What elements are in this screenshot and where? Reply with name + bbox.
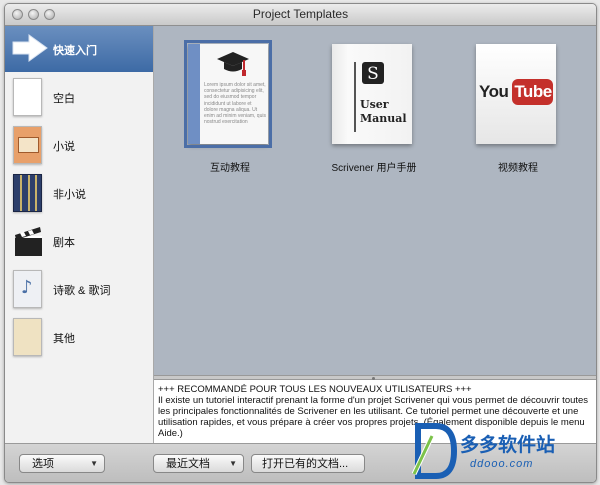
- dropdown-arrow-icon: ▼: [229, 459, 237, 468]
- other-document-icon: [13, 318, 42, 356]
- template-label: 视频教程: [498, 163, 538, 174]
- sidebar-item-poetry[interactable]: ♪ 诗歌 & 歌词: [5, 266, 153, 312]
- sidebar-item-non-fiction[interactable]: 非小说: [5, 170, 153, 216]
- manual-thumbnail: S User Manual: [332, 44, 412, 144]
- sidebar-item-label: 快速入门: [53, 45, 97, 57]
- template-video-tutorials[interactable]: You Tube 视频教程: [474, 40, 562, 174]
- template-grid: Lorem ipsum dolor sit amet, consectetur …: [154, 26, 596, 375]
- template-label: Scrivener 用户手册: [331, 163, 417, 174]
- template-user-manual[interactable]: S User Manual Scrivener 用户手册: [330, 40, 418, 174]
- title-bar: Project Templates: [5, 4, 596, 26]
- open-existing-label: 打开已有的文档...: [262, 458, 349, 470]
- recent-documents-label: 最近文档: [166, 458, 210, 470]
- youtube-logo-tube: Tube: [514, 82, 552, 101]
- book-stack-icon: [13, 174, 42, 212]
- sidebar-item-label: 小说: [53, 141, 75, 153]
- sidebar-item-label: 非小说: [53, 189, 86, 201]
- blank-document-icon: [13, 78, 42, 116]
- template-label: 互动教程: [210, 163, 250, 174]
- project-templates-window: Project Templates 快速入门 空白 小说 非小说 剧本 ♪ 诗歌…: [4, 3, 597, 483]
- sidebar-item-getting-started[interactable]: 快速入门: [5, 26, 153, 72]
- clapperboard-icon: [15, 227, 42, 256]
- video-thumbnail: You Tube: [476, 44, 556, 144]
- sidebar-item-label: 诗歌 & 歌词: [53, 285, 111, 297]
- sidebar-item-blank[interactable]: 空白: [5, 74, 153, 120]
- manual-title-line-1: User: [360, 98, 389, 111]
- dropdown-arrow-icon: ▼: [90, 459, 98, 468]
- scrivener-logo-icon: S: [362, 62, 384, 84]
- options-button[interactable]: 选项 ▼: [19, 454, 105, 473]
- sidebar-item-label: 其他: [53, 333, 75, 345]
- watermark-brand: 多多软件站: [460, 434, 556, 456]
- description-heading: +++ RECOMMANDÉ POUR TOUS LES NOUVEAUX UT…: [158, 384, 472, 395]
- youtube-logo-you: You: [479, 82, 509, 101]
- sidebar-item-fiction[interactable]: 小说: [5, 122, 153, 168]
- recent-documents-button[interactable]: 最近文档 ▼: [153, 454, 244, 473]
- novel-book-icon: [13, 126, 42, 164]
- tutorial-thumbnail: Lorem ipsum dolor sit amet, consectetur …: [184, 40, 272, 148]
- site-watermark: 多多软件站 ddooo.com: [412, 422, 598, 484]
- svg-text:S: S: [367, 64, 379, 84]
- sidebar-item-misc[interactable]: 其他: [5, 314, 153, 360]
- watermark-url: ddooo.com: [470, 458, 534, 470]
- music-note-icon: ♪: [13, 270, 42, 308]
- tutorial-thumbnail-text: Lorem ipsum dolor sit amet, consectetur …: [204, 82, 266, 126]
- graduation-cap-icon: [217, 52, 249, 76]
- arrow-right-icon: [12, 34, 48, 62]
- sidebar-item-label: 剧本: [53, 237, 75, 249]
- watermark-logo-icon: [412, 423, 458, 479]
- options-label: 选项: [32, 458, 54, 470]
- sidebar-item-script[interactable]: 剧本: [5, 218, 153, 264]
- template-interactive-tutorial[interactable]: Lorem ipsum dolor sit amet, consectetur …: [184, 40, 274, 174]
- open-existing-button[interactable]: 打开已有的文档...: [251, 454, 365, 473]
- manual-title-line-2: Manual: [360, 112, 407, 125]
- category-sidebar: 快速入门 空白 小说 非小说 剧本 ♪ 诗歌 & 歌词 其他: [5, 26, 154, 443]
- sidebar-item-label: 空白: [53, 93, 75, 105]
- window-title: Project Templates: [252, 7, 349, 21]
